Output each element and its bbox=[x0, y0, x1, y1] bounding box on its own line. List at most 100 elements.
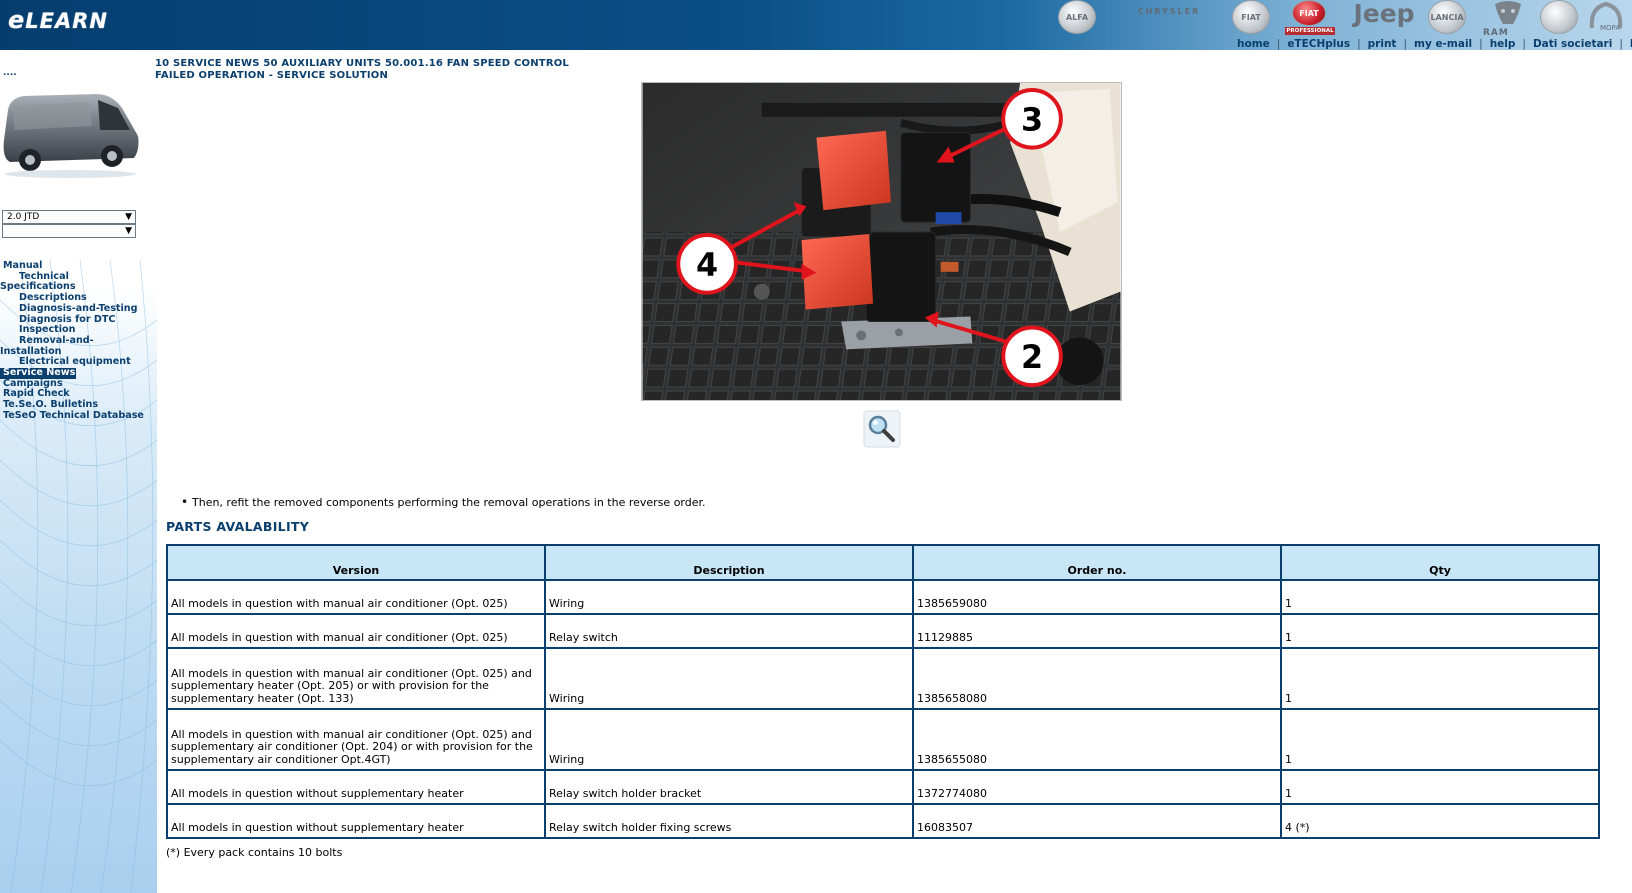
cell-version: All models in question without supplemen… bbox=[166, 803, 546, 839]
ram-head-icon bbox=[1495, 1, 1521, 24]
left-sidebar: .... 2.0 JTD ▼ ▼ Manual Technical Specif… bbox=[0, 50, 157, 893]
fiat-logo[interactable]: FIAT bbox=[1232, 0, 1270, 34]
top-nav: home | eTECHplus | print | my e-mail | help |… bbox=[1237, 38, 1632, 50]
nav-separator: | bbox=[1403, 38, 1407, 50]
callout-4-label: 4 bbox=[696, 247, 718, 284]
jeep-logo[interactable]: Jeep bbox=[1348, 0, 1420, 30]
header-order-no: Order no. bbox=[912, 544, 1282, 581]
cell-order-no: 11129885 bbox=[912, 613, 1282, 649]
app-root: eLEARN ALFA CHRYSLER FIAT FIAT PROFESSIO… bbox=[0, 0, 1632, 893]
cell-version-line: supplementary heater (Opt. 133) bbox=[171, 692, 354, 706]
cell-description: Wiring bbox=[544, 708, 914, 771]
mopar-label: MOPA bbox=[1600, 24, 1621, 32]
table-row: All models in question with manual air c… bbox=[166, 613, 1600, 649]
cell-version-line: supplementary air conditioner Opt.4GT) bbox=[171, 753, 391, 767]
nav-print[interactable]: print bbox=[1368, 38, 1397, 50]
secondary-select[interactable]: ▼ bbox=[2, 224, 136, 238]
parts-table: Version Description Order no. Qty All mo… bbox=[166, 544, 1600, 839]
menu-item-diagnosis-and-testing[interactable]: Diagnosis-and-Testing bbox=[0, 303, 157, 315]
top-header: eLEARN ALFA CHRYSLER FIAT FIAT PROFESSIO… bbox=[0, 0, 1632, 50]
fiat-professional-label: FIAT bbox=[1299, 8, 1319, 18]
cell-version: All models in question without supplemen… bbox=[166, 769, 546, 805]
cell-version: All models in question with manual air c… bbox=[166, 613, 546, 649]
instruction-bullet: Then, refit the removed components perfo… bbox=[181, 495, 706, 509]
callout-3: 3 bbox=[1001, 87, 1063, 150]
cell-description: Wiring bbox=[544, 579, 914, 615]
ram-label: RAM bbox=[1483, 28, 1509, 38]
cell-description: Wiring bbox=[544, 647, 914, 710]
chrysler-label: CHRYSLER bbox=[1137, 6, 1201, 16]
nav-separator: | bbox=[1619, 38, 1623, 50]
nav-home[interactable]: home bbox=[1237, 38, 1270, 50]
nav-separator: | bbox=[1479, 38, 1483, 50]
jeep-label: Jeep bbox=[1353, 0, 1415, 28]
cell-qty: 1 bbox=[1280, 613, 1600, 649]
header-version: Version bbox=[166, 544, 546, 581]
nav-separator: | bbox=[1276, 38, 1281, 50]
nav-separator: | bbox=[1357, 38, 1361, 50]
logo-prefix: e bbox=[8, 6, 26, 34]
alfa-romeo-label: ALFA bbox=[1065, 12, 1089, 22]
fiat-label: FIAT bbox=[1241, 12, 1261, 22]
vehicle-van-image bbox=[3, 94, 139, 178]
header-qty: Qty bbox=[1280, 544, 1600, 581]
mopar-logo[interactable]: MOPA bbox=[1586, 0, 1626, 34]
magnifier-zoom-icon[interactable] bbox=[863, 410, 901, 448]
breadcrumb-line-1: 10 SERVICE NEWS 50 AUXILIARY UNITS 50.00… bbox=[155, 58, 569, 69]
table-row: All models in question with manual air c… bbox=[166, 708, 1600, 771]
cell-description: Relay switch holder bracket bbox=[544, 769, 914, 805]
nav-dati-societari[interactable]: Dati societari bbox=[1533, 38, 1612, 50]
cell-qty: 1 bbox=[1280, 647, 1600, 710]
cell-qty: 1 bbox=[1280, 579, 1600, 615]
cell-description: Relay switch holder fixing screws bbox=[544, 803, 914, 839]
logo-text: LEARN bbox=[25, 9, 109, 33]
cell-order-no: 1385658080 bbox=[912, 647, 1282, 710]
table-header-row: Version Description Order no. Qty bbox=[166, 544, 1600, 581]
chevron-down-icon: ▼ bbox=[125, 226, 132, 236]
nav-separator: | bbox=[1522, 38, 1526, 50]
cell-qty: 1 bbox=[1280, 769, 1600, 805]
alfa-romeo-logo[interactable]: ALFA bbox=[1058, 0, 1096, 34]
model-select-value: 2.0 JTD bbox=[7, 212, 40, 222]
nav-help[interactable]: help bbox=[1490, 38, 1516, 50]
table-row: All models in question without supplemen… bbox=[166, 803, 1600, 839]
model-select[interactable]: 2.0 JTD ▼ bbox=[2, 210, 136, 224]
cell-order-no: 1372774080 bbox=[912, 769, 1282, 805]
fiat-professional-caption: PROFESSIONAL bbox=[1285, 27, 1335, 35]
table-row: All models in question with manual air c… bbox=[166, 647, 1600, 710]
lancia-label: LANCIA bbox=[1430, 12, 1464, 22]
callout-2: 2 bbox=[1001, 325, 1063, 388]
callout-2-label: 2 bbox=[1021, 339, 1043, 376]
nav-my-email[interactable]: my e-mail bbox=[1414, 38, 1472, 50]
page-title-breadcrumb: 10 SERVICE NEWS 50 AUXILIARY UNITS 50.00… bbox=[155, 58, 569, 82]
parts-availability-heading: PARTS AVALABILITY bbox=[166, 519, 310, 534]
nav-etechplus[interactable]: eTECHplus bbox=[1287, 38, 1350, 50]
header-description: Description bbox=[544, 544, 914, 581]
chrysler-logo[interactable]: CHRYSLER bbox=[1114, 0, 1224, 28]
cell-qty: 1 bbox=[1280, 708, 1600, 771]
elearn-logo[interactable]: eLEARN bbox=[8, 6, 108, 34]
cell-version: All models in question with manual air c… bbox=[166, 579, 546, 615]
lancia-logo[interactable]: LANCIA bbox=[1428, 0, 1466, 34]
cell-order-no: 16083507 bbox=[912, 803, 1282, 839]
table-footnote: (*) Every pack contains 10 bolts bbox=[166, 846, 343, 859]
cell-version: All models in question with manual air c… bbox=[166, 708, 546, 771]
table-row: All models in question without supplemen… bbox=[166, 769, 1600, 805]
callout-4: 4 bbox=[676, 233, 738, 295]
table-row: All models in question with manual air c… bbox=[166, 579, 1600, 615]
cell-order-no: 1385659080 bbox=[912, 579, 1282, 615]
cell-order-no: 1385655080 bbox=[912, 708, 1282, 771]
callout-3-label: 3 bbox=[1021, 102, 1043, 139]
chevron-down-icon: ▼ bbox=[125, 212, 132, 222]
relay-photo-figure: 3 4 2 bbox=[641, 82, 1122, 401]
cell-description: Relay switch bbox=[544, 613, 914, 649]
cell-qty: 4 (*) bbox=[1280, 803, 1600, 839]
side-menu: Manual Technical Specifications Descript… bbox=[0, 260, 157, 422]
sidebar-dots: .... bbox=[3, 68, 17, 78]
cell-version: All models in question with manual air c… bbox=[166, 647, 546, 710]
menu-item-teseo-technical-database[interactable]: TeSeO Technical Database bbox=[0, 410, 157, 422]
fiat-professional-logo[interactable]: FIAT bbox=[1292, 0, 1326, 26]
breadcrumb-line-2: FAILED OPERATION - SERVICE SOLUTION bbox=[155, 70, 389, 81]
abarth-logo[interactable] bbox=[1540, 0, 1578, 34]
ram-logo[interactable] bbox=[1488, 0, 1528, 31]
